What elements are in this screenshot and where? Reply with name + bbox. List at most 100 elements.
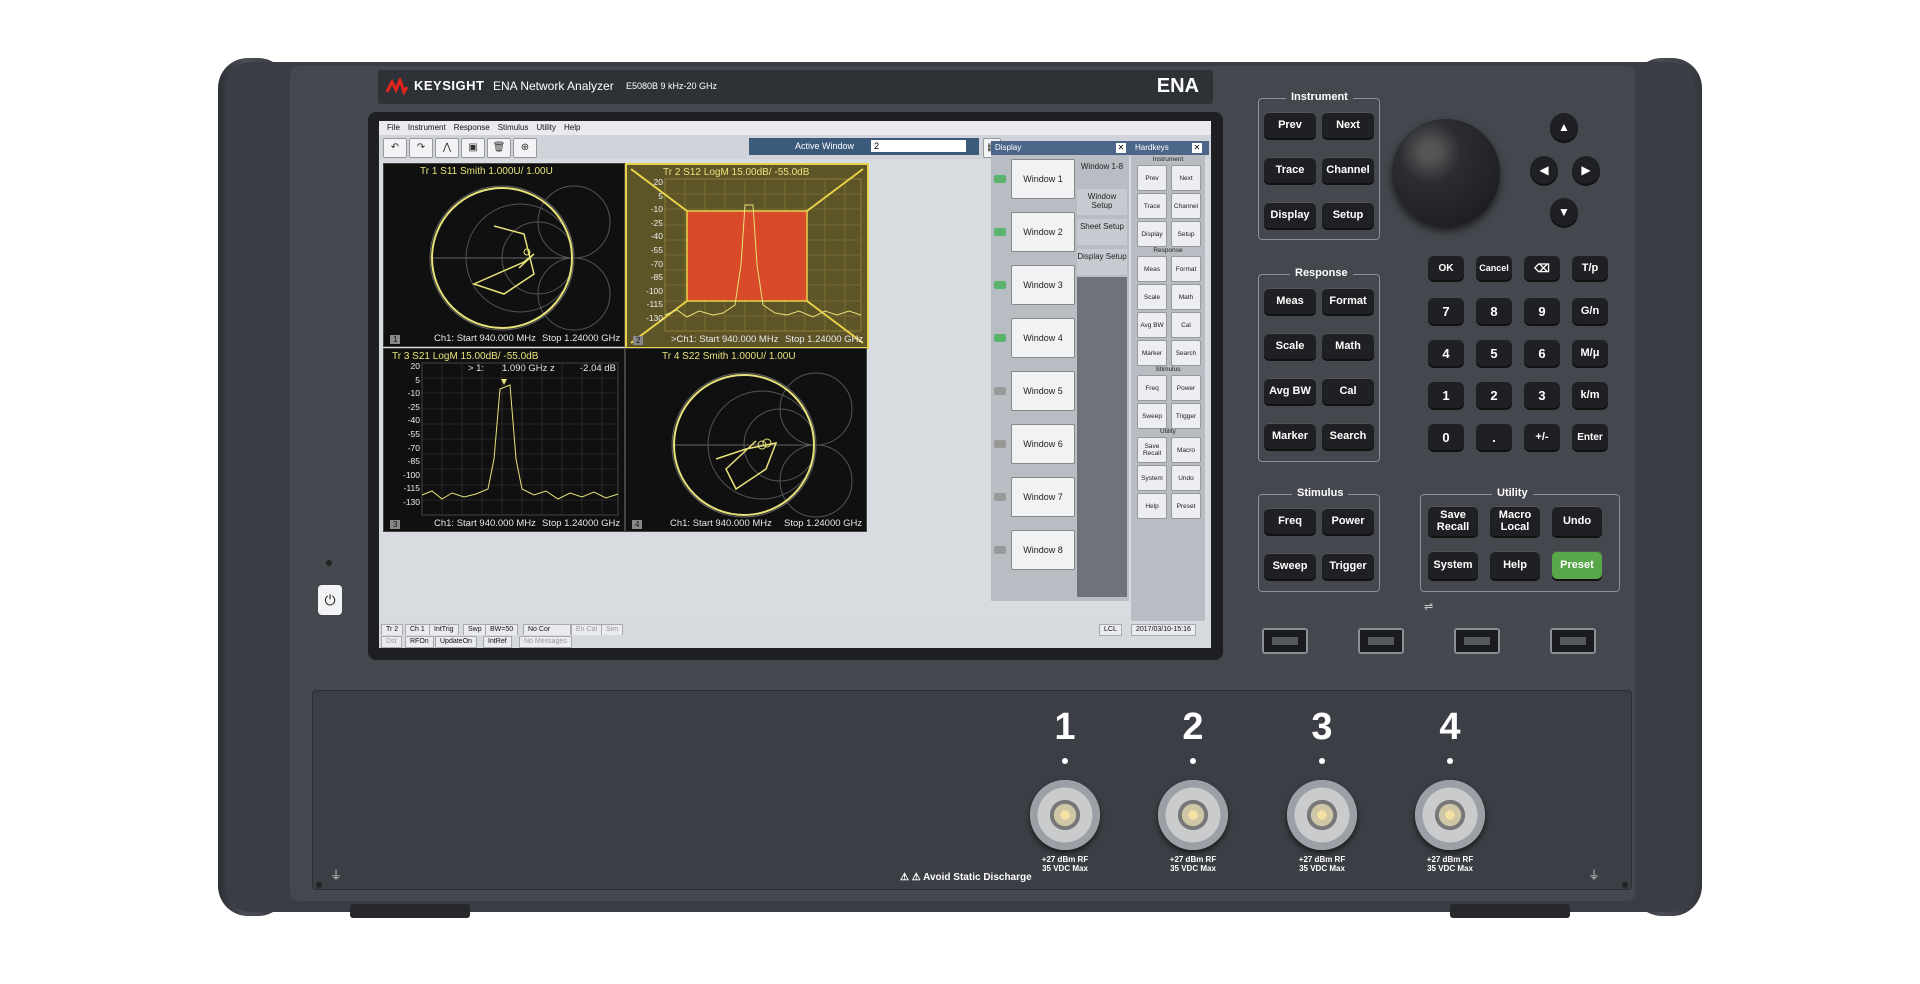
enter-button[interactable]: Enter [1572,424,1608,450]
port-3-connector[interactable] [1287,780,1357,850]
hk-format[interactable]: Format [1171,256,1201,282]
tab-display-setup[interactable]: Display Setup [1077,249,1127,275]
key-9[interactable]: 9 [1524,298,1560,324]
window-2-button[interactable]: Window 2 [1011,212,1075,252]
search-button[interactable]: Search [1322,423,1374,449]
hk-math[interactable]: Math [1171,284,1201,310]
hk-trace[interactable]: Trace [1137,193,1167,219]
window-5-button[interactable]: Window 5 [1011,371,1075,411]
touch-screen[interactable]: File Instrument Response Stimulus Utility Hel… [379,121,1211,648]
power-button[interactable]: ⏻ [318,585,342,615]
usb-port[interactable] [1454,628,1500,654]
key-0[interactable]: 0 [1428,424,1464,450]
port-4-connector[interactable] [1415,780,1485,850]
ok-button[interactable]: OK [1428,256,1464,280]
active-window-value[interactable]: 2 [871,140,966,152]
window-7-button[interactable]: Window 7 [1011,477,1075,517]
menu-file[interactable]: File [387,123,400,132]
window-2[interactable]: Tr 2 S12 LogM 15.00dB/ -55.0dB 20 5 -10 … [625,163,869,349]
tab-window-1-8[interactable]: Window 1-8 [1077,159,1127,185]
hk-system[interactable]: System [1137,465,1167,491]
hk-trigger[interactable]: Trigger [1171,403,1201,429]
hk-macro[interactable]: Macro [1171,437,1201,463]
status-ref[interactable]: IntRef [483,636,512,648]
tera-pico-button[interactable]: T/p [1572,256,1608,280]
arrow-right-icon[interactable]: ▶ [1572,156,1600,184]
rotary-knob[interactable] [1392,119,1500,227]
menu-instrument[interactable]: Instrument [408,123,446,132]
undo-icon[interactable]: ↶ [383,138,407,158]
active-window-selector[interactable]: Active Window 2 [749,138,979,155]
key-6[interactable]: 6 [1524,340,1560,366]
port-2-connector[interactable] [1158,780,1228,850]
hk-preset[interactable]: Preset [1171,493,1201,519]
key-3[interactable]: 3 [1524,382,1560,408]
mega-micro-button[interactable]: M/μ [1572,340,1608,366]
window-4-button[interactable]: Window 4 [1011,318,1075,358]
hk-freq[interactable]: Freq [1137,375,1167,401]
window-3[interactable]: Tr 3 S21 LogM 15.00dB/ -55.0dB > 1: 1.09… [383,348,625,532]
hk-sweep[interactable]: Sweep [1137,403,1167,429]
close-icon[interactable]: ✕ [1116,143,1126,153]
hk-next[interactable]: Next [1171,165,1201,191]
key-8[interactable]: 8 [1476,298,1512,324]
next-button[interactable]: Next [1322,112,1374,138]
arrow-left-icon[interactable]: ◀ [1530,156,1558,184]
macro-local-button[interactable]: Macro Local [1490,506,1540,536]
menu-response[interactable]: Response [454,123,490,132]
decimal-key[interactable]: . [1476,424,1512,450]
hk-search[interactable]: Search [1171,340,1201,366]
key-4[interactable]: 4 [1428,340,1464,366]
hk-help[interactable]: Help [1137,493,1167,519]
status-rf[interactable]: RFOn [405,636,434,648]
freq-button[interactable]: Freq [1264,508,1316,534]
hk-undo[interactable]: Undo [1171,465,1201,491]
prev-button[interactable]: Prev [1264,112,1316,138]
menu-utility[interactable]: Utility [536,123,556,132]
hk-prev[interactable]: Prev [1137,165,1167,191]
window-4[interactable]: Tr 4 S22 Smith 1.000U/ 1.00U 4 Ch1: Star… [625,348,867,532]
hk-setup[interactable]: Setup [1171,221,1201,247]
usb-port[interactable] [1262,628,1308,654]
arrow-down-icon[interactable]: ▼ [1550,198,1578,226]
preset-button[interactable]: Preset [1552,551,1602,579]
format-button[interactable]: Format [1322,288,1374,314]
trash-icon[interactable]: 🗑 [487,138,511,158]
usb-port[interactable] [1550,628,1596,654]
redo-icon[interactable]: ↷ [409,138,433,158]
help-button[interactable]: Help [1490,551,1540,579]
marker-button[interactable]: Marker [1264,423,1316,449]
key-1[interactable]: 1 [1428,382,1464,408]
cancel-button[interactable]: Cancel [1476,256,1512,280]
key-2[interactable]: 2 [1476,382,1512,408]
giga-nano-button[interactable]: G/n [1572,298,1608,324]
avg-bw-button[interactable]: Avg BW [1264,378,1316,404]
hk-save-recall[interactable]: Save Recall [1137,437,1167,463]
marker-icon[interactable]: ⋀ [435,138,459,158]
setup-button[interactable]: Setup [1322,202,1374,228]
power-key-button[interactable]: Power [1322,508,1374,534]
channel-button[interactable]: Channel [1322,157,1374,183]
scale-button[interactable]: Scale [1264,333,1316,359]
menu-help[interactable]: Help [564,123,580,132]
trace-button[interactable]: Trace [1264,157,1316,183]
math-button[interactable]: Math [1322,333,1374,359]
hk-display[interactable]: Display [1137,221,1167,247]
arrow-up-icon[interactable]: ▲ [1550,113,1578,141]
window-8-button[interactable]: Window 8 [1011,530,1075,570]
port-1-connector[interactable] [1030,780,1100,850]
usb-port[interactable] [1358,628,1404,654]
hk-marker[interactable]: Marker [1137,340,1167,366]
trigger-button[interactable]: Trigger [1322,553,1374,579]
display-button[interactable]: Display [1264,202,1316,228]
kilo-milli-button[interactable]: k/m [1572,382,1608,408]
window-3-button[interactable]: Window 3 [1011,265,1075,305]
hk-scale[interactable]: Scale [1137,284,1167,310]
key-5[interactable]: 5 [1476,340,1512,366]
close-icon[interactable]: ✕ [1192,143,1202,153]
system-button[interactable]: System [1428,551,1478,579]
screenshot-icon[interactable]: ▣ [461,138,485,158]
hk-meas[interactable]: Meas [1137,256,1167,282]
cal-button[interactable]: Cal [1322,378,1374,404]
zoom-icon[interactable]: ⊕ [513,138,537,158]
